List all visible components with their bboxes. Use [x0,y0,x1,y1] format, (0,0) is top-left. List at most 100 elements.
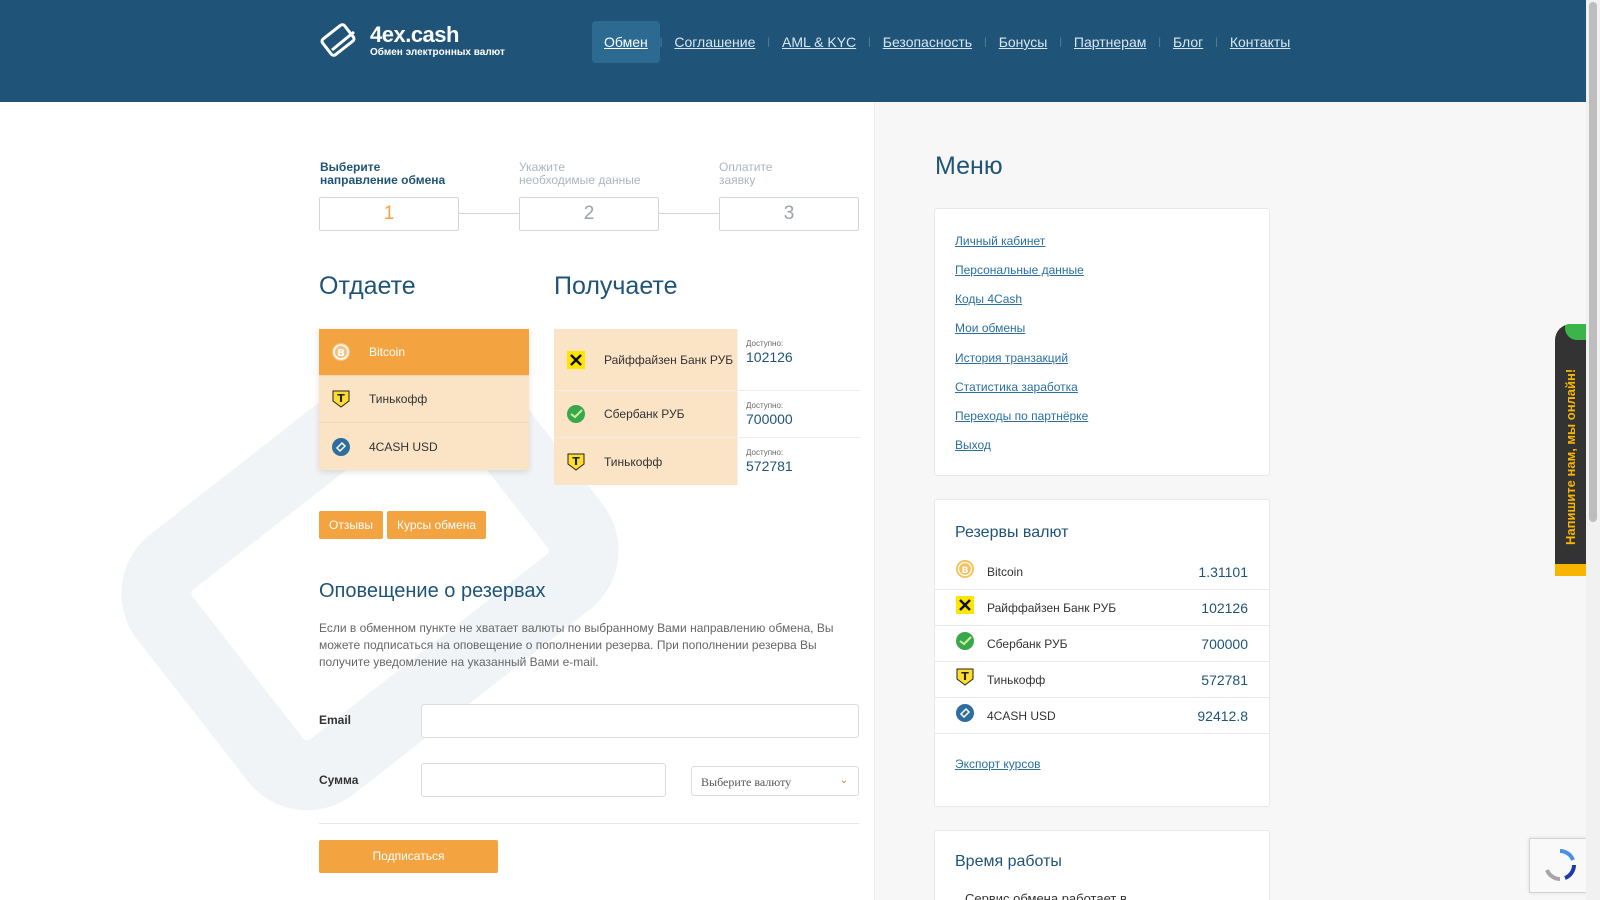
rates-button[interactable]: Курсы обмена [387,511,486,539]
available-value: 572781 [746,458,793,474]
logo-icon [320,23,356,57]
step-connector [659,213,719,214]
tinkoff-icon: T [566,452,586,472]
currency-select-value: Выберите валюту [701,775,792,789]
svg-text:B: B [962,566,969,576]
subscribe-button[interactable]: Подписаться [319,840,498,873]
reserve-value: 700000 [1201,635,1248,652]
reserve-name: Сбербанк РУБ [987,636,1068,651]
logo[interactable]: 4ex.cash Обмен электронных валют [318,20,505,62]
amount-field[interactable] [421,763,666,797]
nav-agreement[interactable]: Соглашение [662,21,767,63]
get-item-sberbank[interactable]: Сбербанк РУБ Доступно: 700000 [554,391,860,438]
get-item-label: Райффайзен Банк РУБ [604,352,734,367]
bitcoin-icon: B [955,559,975,584]
svg-text:B: B [337,348,345,359]
reserve-row-sberbank: Сбербанк РУБ 700000 [935,626,1270,662]
reviews-button[interactable]: Отзывы [319,511,383,539]
main-nav: Обмен | Соглашение | AML & KYC | Безопас… [592,21,1302,63]
nav-security[interactable]: Безопасность [871,21,984,63]
form-divider [319,823,859,824]
give-currency-list: B Bitcoin T Тинькофф 4CASH USD [319,329,529,470]
alert-heading: Оповещение о резервах [319,580,546,602]
menu-link-personal-data[interactable]: Персональные данные [955,263,1084,277]
available-value: 700000 [746,411,793,427]
reserve-name: Bitcoin [987,564,1024,579]
menu-link-logout[interactable]: Выход [955,438,991,452]
menu-link-earnings[interactable]: Статистика заработка [955,380,1078,394]
menu-link-my-exchanges[interactable]: Мои обмены [955,321,1025,335]
recaptcha-icon [1545,849,1576,881]
hours-card: Время работы Сервис обмена работает в [934,830,1270,900]
svg-text:T: T [961,670,969,683]
get-item-available: Доступно: 572781 [737,438,860,485]
reserve-row-4cash: 4CASH USD 92412.8 [935,698,1270,734]
recaptcha-badge[interactable] [1529,838,1589,893]
nav-exchange[interactable]: Обмен [592,21,660,63]
reserve-row-bitcoin: B Bitcoin 1.31101 [935,554,1270,590]
available-label: Доступно: [746,448,784,457]
get-item-name-cell: T Тинькофф [554,438,737,485]
get-item-label: Сбербанк РУБ [604,407,685,421]
get-item-label: Тинькофф [604,454,663,469]
step-connector [459,213,519,214]
get-item-tinkoff[interactable]: T Тинькофф Доступно: 572781 [554,438,860,485]
give-item-4cash[interactable]: 4CASH USD [319,423,529,470]
email-label: Email [319,713,352,727]
nav-contacts[interactable]: Контакты [1218,21,1302,63]
reserves-card: Резервы валют B Bitcoin 1.31101 Райффайз… [934,499,1270,807]
reserve-value: 102126 [1201,599,1248,616]
give-item-bitcoin[interactable]: B Bitcoin [319,329,529,376]
hours-heading: Время работы [955,853,1062,870]
chevron-down-icon: ⌄ [839,775,848,786]
hours-text: Сервис обмена работает в [965,891,1127,900]
nav-partners[interactable]: Партнерам [1062,21,1158,63]
step-1-title: Выберите направление обмена [320,160,446,187]
tinkoff-icon: T [955,667,975,692]
4cash-icon [331,437,351,457]
alert-description: Если в обменном пункте не хватает валюты… [319,621,834,669]
logo-name: 4ex.cash [370,22,459,47]
get-item-raiffeisen[interactable]: Райффайзен Банк РУБ Доступно: 102126 [554,329,860,391]
amount-label: Сумма [319,773,359,787]
raiffeisen-icon [566,350,586,370]
step-2-title: Укажите необходимые данные [519,160,641,187]
get-currency-list: Райффайзен Банк РУБ Доступно: 102126 Сбе… [554,329,860,485]
svg-text:T: T [337,392,345,405]
reserve-row-raiffeisen: Райффайзен Банк РУБ 102126 [935,590,1270,626]
currency-select[interactable]: Выберите валюту ⌄ [691,766,859,796]
menu-link-transactions[interactable]: История транзакций [955,351,1068,365]
export-rates-link[interactable]: Экспорт курсов [955,757,1041,771]
give-item-tinkoff[interactable]: T Тинькофф [319,376,529,423]
available-label: Доступно: [746,339,784,348]
bitcoin-icon: B [331,342,351,362]
reserve-name: Тинькофф [987,672,1046,687]
menu-card: Личный кабинет Персональные данные Коды … [934,208,1270,476]
get-heading: Получаете [554,272,678,300]
reserve-value: 572781 [1201,671,1248,688]
menu-link-account[interactable]: Личный кабинет [955,234,1045,248]
reserve-name: 4CASH USD [987,708,1056,723]
nav-bonuses[interactable]: Бонусы [987,21,1060,63]
menu-link-4cash-codes[interactable]: Коды 4Cash [955,292,1022,306]
step-3-box: 3 [719,197,859,231]
site-header: 4ex.cash Обмен электронных валют Обмен |… [0,0,1586,102]
give-heading: Отдаете [319,272,416,300]
raiffeisen-icon [955,595,975,620]
give-item-label: Тинькофф [369,392,428,406]
step-1-box: 1 [319,197,459,231]
page-scrollbar[interactable] [1586,0,1600,900]
online-chat-widget[interactable]: Напишите нам, мы онлайн! [1555,324,1586,576]
menu-link-referrals[interactable]: Переходы по партнёрке [955,409,1088,423]
svg-text:T: T [572,455,580,468]
nav-blog[interactable]: Блог [1161,21,1215,63]
reserves-heading: Резервы валют [955,524,1069,541]
get-item-name-cell: Райффайзен Банк РУБ [554,329,737,390]
scrollbar-thumb[interactable] [1589,2,1597,522]
nav-aml-kyc[interactable]: AML & KYC [770,21,868,63]
available-value: 102126 [746,349,793,365]
logo-tagline: Обмен электронных валют [370,47,505,58]
available-label: Доступно: [746,401,784,410]
give-item-label: 4CASH USD [369,439,438,454]
email-field[interactable] [421,704,859,738]
